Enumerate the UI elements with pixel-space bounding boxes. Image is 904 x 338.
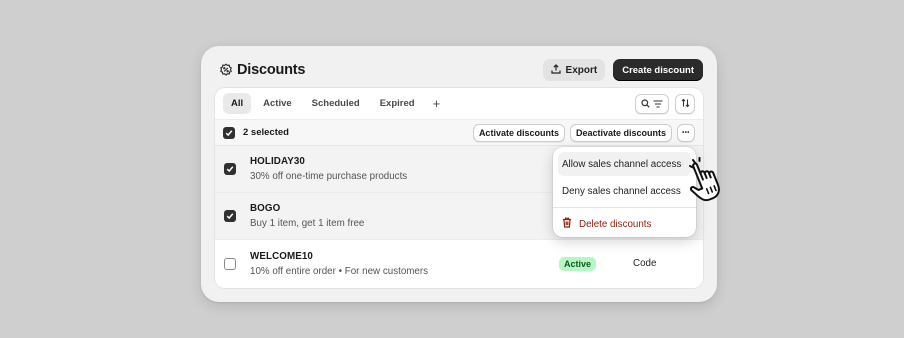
deny-sales-channel-access-item[interactable]: Deny sales channel access	[558, 179, 691, 203]
tab-scheduled[interactable]: Scheduled	[304, 93, 368, 114]
page-title: Discounts	[237, 62, 306, 78]
row-checkbox[interactable]	[224, 163, 236, 175]
discount-method: Code	[633, 258, 657, 269]
allow-sales-channel-access-item[interactable]: Allow sales channel access	[558, 152, 691, 176]
status-badge: Active	[559, 257, 597, 271]
row-text: BOGO Buy 1 item, get 1 item free	[250, 203, 364, 229]
row-text: WELCOME10 10% off entire order • For new…	[250, 251, 428, 277]
title-wrap: Discounts	[219, 62, 305, 78]
menu-divider	[553, 207, 696, 208]
deactivate-discounts-button[interactable]: Deactivate discounts	[569, 123, 672, 142]
export-button[interactable]: Export	[542, 59, 606, 81]
discount-icon	[219, 63, 233, 77]
discount-summary: Buy 1 item, get 1 item free	[250, 218, 365, 229]
row-checkbox[interactable]	[224, 210, 236, 222]
row-checkbox[interactable]	[224, 257, 236, 270]
search-icon	[641, 95, 650, 113]
discount-summary: 10% off entire order • For new customers	[250, 265, 429, 277]
search-filter-button[interactable]	[635, 93, 669, 114]
tab-all[interactable]: All	[223, 93, 252, 114]
discount-summary: 30% off one-time purchase products	[250, 171, 408, 182]
discount-title: HOLIDAY30	[250, 156, 305, 167]
more-actions-menu: Allow sales channel access Deny sales ch…	[553, 147, 696, 237]
bulk-action-buttons: Activate discounts Deactivate discounts …	[472, 123, 695, 142]
more-actions-button[interactable]: •••	[677, 123, 695, 142]
activate-discounts-button[interactable]: Activate discounts	[472, 123, 565, 142]
tab-active[interactable]: Active	[255, 93, 300, 114]
page-header: Discounts Export Create discount	[219, 58, 703, 82]
add-view-button[interactable]: +	[427, 96, 447, 111]
delete-label: Delete discounts	[579, 218, 652, 230]
trash-icon	[562, 217, 572, 231]
delete-discounts-item[interactable]: Delete discounts	[558, 212, 691, 236]
select-all-checkbox[interactable]	[223, 126, 235, 139]
sort-icon	[681, 95, 690, 113]
discount-title: WELCOME10	[250, 250, 313, 262]
selected-count: 2 selected	[243, 127, 289, 138]
filter-icon	[653, 95, 663, 113]
create-discount-button[interactable]: Create discount	[613, 59, 703, 81]
bulk-actions-bar: 2 selected Activate discounts Deactivate…	[215, 120, 703, 146]
sort-button[interactable]	[675, 93, 695, 114]
header-actions: Export Create discount	[542, 59, 703, 81]
check-icon	[225, 129, 233, 136]
table-row[interactable]: WELCOME10 10% off entire order • For new…	[215, 240, 703, 287]
tabs-row: All Active Scheduled Expired +	[215, 88, 703, 120]
export-icon	[550, 63, 561, 77]
row-text: HOLIDAY30 30% off one-time purchase prod…	[250, 156, 407, 182]
check-icon	[226, 213, 234, 220]
check-icon	[226, 166, 234, 173]
tab-expired[interactable]: Expired	[372, 93, 423, 114]
export-label: Export	[565, 64, 598, 76]
hand-pointer-icon	[686, 156, 734, 203]
more-icon: •••	[682, 129, 690, 136]
table-tools	[635, 93, 695, 114]
discount-title: BOGO	[250, 203, 281, 214]
